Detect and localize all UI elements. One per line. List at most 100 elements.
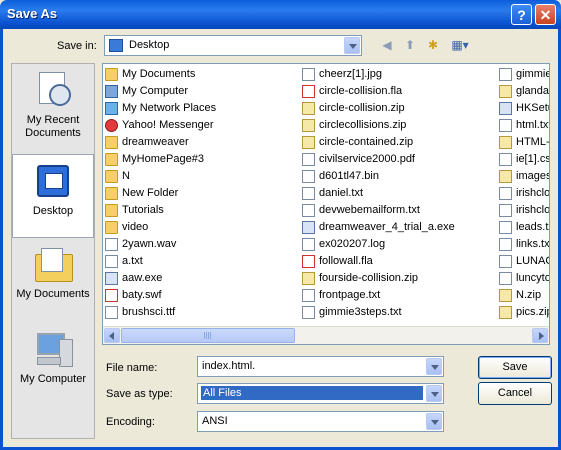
help-button[interactable]: ? <box>511 4 532 25</box>
file-name: daniel.txt <box>319 187 364 199</box>
list-item[interactable]: frontpage.txt <box>300 287 496 304</box>
yahoo-icon <box>105 119 118 132</box>
flash-icon <box>302 85 315 98</box>
list-item[interactable]: followall.fla <box>300 253 496 270</box>
cancel-button[interactable]: Cancel <box>478 382 552 405</box>
doc-icon <box>499 272 512 285</box>
list-item[interactable]: civilservice2000.pdf <box>300 151 496 168</box>
list-item[interactable]: fourside-collision.zip <box>300 270 496 287</box>
chevron-down-icon[interactable] <box>426 413 442 430</box>
up-folder-icon[interactable]: ⬆ <box>401 36 419 54</box>
list-item[interactable]: My Computer <box>103 83 299 100</box>
list-item[interactable]: irishclov <box>497 185 549 202</box>
doc-icon <box>302 187 315 200</box>
list-item[interactable]: pics.zip <box>497 304 549 321</box>
file-name: brushsci.ttf <box>122 306 176 318</box>
file-name-label: File name: <box>106 362 158 374</box>
save-button[interactable]: Save <box>478 356 552 379</box>
list-item[interactable]: images. <box>497 168 549 185</box>
zip-icon <box>302 102 315 115</box>
app-icon <box>105 272 118 285</box>
list-item[interactable]: circle-contained.zip <box>300 134 496 151</box>
list-item[interactable]: video <box>103 219 299 236</box>
places-bar: My Recent Documents Desktop My Documents… <box>11 63 95 439</box>
scroll-right-button[interactable] <box>532 328 548 343</box>
list-item[interactable]: brushsci.ttf <box>103 304 299 321</box>
list-item[interactable]: cheerz[1].jpg <box>300 66 496 83</box>
help-icon: ? <box>517 7 526 23</box>
views-menu-icon[interactable]: ▦▾ <box>448 36 472 54</box>
file-name: followall.fla <box>319 255 373 267</box>
list-item[interactable]: circle-collision.zip <box>300 100 496 117</box>
list-item[interactable]: a.txt <box>103 253 299 270</box>
doc-icon <box>302 306 315 319</box>
list-item[interactable]: ex020207.log <box>300 236 496 253</box>
app-icon <box>499 102 512 115</box>
place-my-recent-documents[interactable]: My Recent Documents <box>12 70 94 154</box>
place-my-documents[interactable]: My Documents <box>12 244 94 322</box>
file-name: fourside-collision.zip <box>319 272 419 284</box>
list-item[interactable]: links.txt <box>497 236 549 253</box>
save-as-type-select[interactable]: All Files <box>197 383 444 404</box>
flash-icon <box>302 255 315 268</box>
file-name: HKSetup <box>516 102 549 114</box>
folder-icon <box>105 170 118 183</box>
list-item[interactable]: circlecollisions.zip <box>300 117 496 134</box>
list-item[interactable]: MyHomePage#3 <box>103 151 299 168</box>
horizontal-scrollbar[interactable] <box>103 326 549 344</box>
list-item[interactable]: gimmie3steps.txt <box>300 304 496 321</box>
list-item[interactable]: circle-collision.fla <box>300 83 496 100</box>
new-folder-icon[interactable]: ✱ <box>424 36 442 54</box>
scroll-left-button[interactable] <box>104 328 120 343</box>
list-item[interactable]: LUNACY <box>497 253 549 270</box>
list-item[interactable]: dreamweaver <box>103 134 299 151</box>
zip-icon <box>499 85 512 98</box>
list-item[interactable]: Yahoo! Messenger <box>103 117 299 134</box>
list-item[interactable]: aaw.exe <box>103 270 299 287</box>
file-list[interactable]: My Documents My Computer My Network Places… <box>102 63 550 345</box>
folder-icon <box>105 221 118 234</box>
list-item[interactable]: My Network Places <box>103 100 299 117</box>
file-name: leads.tx <box>516 221 549 233</box>
place-my-computer[interactable]: My Computer <box>12 329 94 407</box>
list-item[interactable]: irishclov <box>497 202 549 219</box>
list-item[interactable]: devwebemailform.txt <box>300 202 496 219</box>
app-icon <box>302 221 315 234</box>
title-bar: Save As ? ✕ <box>0 0 561 29</box>
close-button[interactable]: ✕ <box>535 4 556 25</box>
list-item[interactable]: 2yawn.wav <box>103 236 299 253</box>
chevron-down-icon[interactable] <box>426 358 442 375</box>
list-item[interactable]: My Documents <box>103 66 299 83</box>
list-item[interactable]: gimmie3 <box>497 66 549 83</box>
list-item[interactable]: d601tl47.bin <box>300 168 496 185</box>
folder-icon <box>105 136 118 149</box>
scroll-thumb[interactable] <box>121 328 295 343</box>
file-name: dreamweaver <box>122 136 189 148</box>
list-item[interactable]: N.zip <box>497 287 549 304</box>
list-item[interactable]: glanda. <box>497 83 549 100</box>
list-item[interactable]: New Folder <box>103 185 299 202</box>
place-desktop[interactable]: Desktop <box>12 154 94 238</box>
list-item[interactable]: daniel.txt <box>300 185 496 202</box>
list-item[interactable]: Tutorials <box>103 202 299 219</box>
list-item[interactable]: HKSetup <box>497 100 549 117</box>
save-in-combo[interactable]: Desktop <box>104 35 362 56</box>
list-item[interactable]: baty.swf <box>103 287 299 304</box>
chevron-down-icon[interactable] <box>344 37 360 54</box>
save-as-type-value: All Files <box>201 386 423 400</box>
encoding-select[interactable]: ANSI <box>197 411 444 432</box>
list-item[interactable]: leads.tx <box>497 219 549 236</box>
file-name: video <box>122 221 149 233</box>
list-item[interactable]: HTML-K <box>497 134 549 151</box>
list-item[interactable]: N <box>103 168 299 185</box>
list-item[interactable]: dreamweaver_4_trial_a.exe <box>300 219 496 236</box>
list-item[interactable]: html.txt <box>497 117 549 134</box>
chevron-down-icon[interactable] <box>426 385 442 402</box>
file-name-field[interactable]: index.html. <box>197 356 444 377</box>
list-item[interactable]: ie[1].css <box>497 151 549 168</box>
folder-icon <box>105 187 118 200</box>
close-icon: ✕ <box>539 7 552 23</box>
list-item[interactable]: luncyto <box>497 270 549 287</box>
file-name: N.zip <box>516 289 542 301</box>
back-icon[interactable]: ◀ <box>378 36 396 54</box>
